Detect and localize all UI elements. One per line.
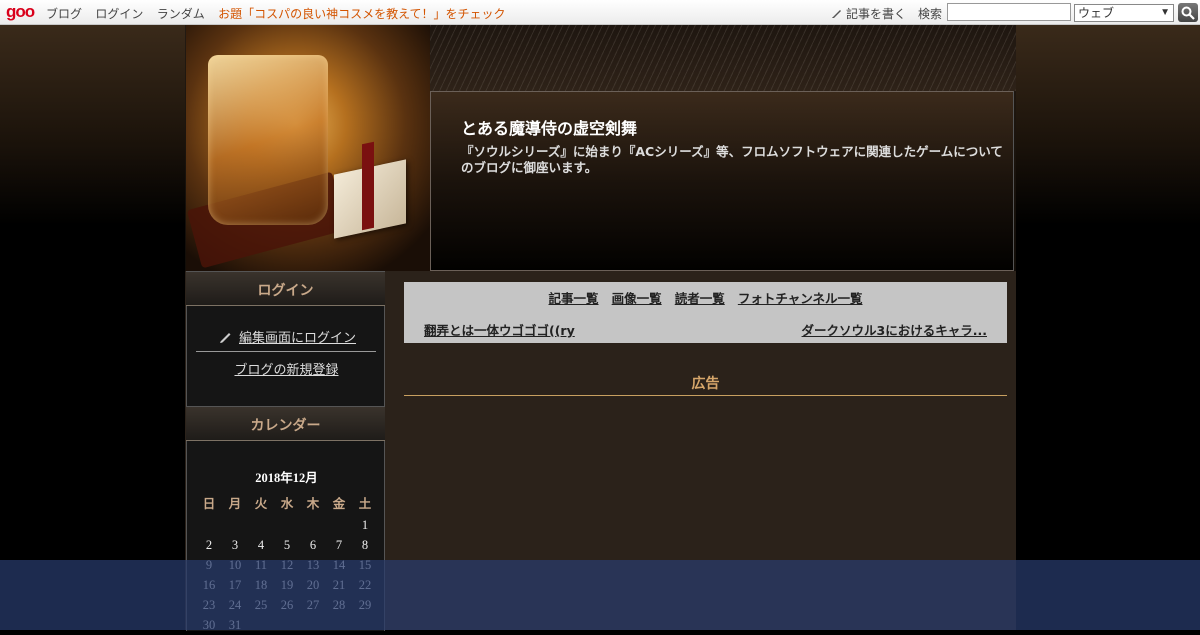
blog-description: 『ソウルシリーズ』に始まり『ACシリーズ』等、フロムソフトウェアに関連したゲーム…	[461, 144, 1003, 175]
blog-header: とある魔導侍の虚空剣舞 『ソウルシリーズ』に始まり『ACシリーズ』等、フロムソフ…	[185, 25, 1016, 271]
calendar-empty-cell	[326, 515, 352, 535]
next-article-link[interactable]: ダークソウル3におけるキャラ...	[802, 320, 987, 339]
calendar-week-row: 2345678	[196, 535, 378, 555]
blog-container: とある魔導侍の虚空剣舞 『ソウルシリーズ』に始まり『ACシリーズ』等、フロムソフ…	[185, 25, 1016, 632]
calendar-weekday: 水	[280, 496, 294, 511]
goo-logo[interactable]: goo	[6, 2, 35, 22]
pencil-icon	[220, 333, 231, 343]
calendar-empty-cell	[196, 515, 222, 535]
nav-random[interactable]: ランダム	[157, 7, 205, 21]
whisky-glass-shape	[208, 55, 328, 225]
calendar-empty-cell	[274, 515, 300, 535]
article-nav-box: 記事一覧 画像一覧 読者一覧 フォトチャンネル一覧 翻弄とは一体ウゴゴゴ((ry…	[404, 282, 1007, 343]
promo-link[interactable]: お題「コスパの良い神コスメを教えて！」をチェック	[218, 7, 505, 21]
photo-channel-list-link[interactable]: フォトチャンネル一覧	[738, 291, 863, 306]
ribbon-shape	[362, 141, 374, 231]
search-label: 検索	[917, 7, 942, 21]
calendar-day[interactable]: 7	[326, 535, 352, 555]
calendar-day[interactable]: 1	[352, 515, 378, 535]
nav-blog[interactable]: ブログ	[46, 7, 82, 21]
calendar-day[interactable]: 6	[300, 535, 326, 555]
bottom-overlay-banner[interactable]	[0, 560, 1200, 630]
blog-title-box: とある魔導侍の虚空剣舞 『ソウルシリーズ』に始まり『ACシリーズ』等、フロムソフ…	[430, 91, 1014, 271]
blog-title[interactable]: とある魔導侍の虚空剣舞	[461, 115, 637, 139]
calendar-empty-cell	[300, 515, 326, 535]
calendar-day[interactable]: 5	[274, 535, 300, 555]
calendar-week-row: 1	[196, 515, 378, 535]
search-scope-select[interactable]: ウェブ ▼	[1074, 4, 1174, 22]
edit-login-link[interactable]: 編集画面にログイン	[239, 327, 356, 346]
dropdown-arrow-icon: ▼	[1160, 7, 1170, 18]
write-article-label: 記事を書く	[845, 7, 906, 21]
search-scope-value: ウェブ	[1078, 6, 1115, 20]
search-button[interactable]	[1178, 3, 1198, 22]
calendar-day[interactable]: 4	[248, 535, 274, 555]
reader-list-link[interactable]: 読者一覧	[675, 291, 725, 306]
calendar-weekday: 土	[358, 496, 372, 511]
search-icon	[1181, 6, 1195, 20]
list-links: 記事一覧 画像一覧 読者一覧 フォトチャンネル一覧	[404, 288, 1007, 307]
calendar-heading: カレンダー	[186, 406, 385, 441]
calendar-weekday: 木	[306, 496, 320, 511]
toolbar-nav: ブログ ログイン ランダム お題「コスパの良い神コスメを教えて！」をチェック	[46, 5, 515, 22]
calendar-weekday-row: 日月火水木金土	[196, 489, 378, 515]
calendar-weekday: 火	[254, 496, 268, 511]
login-panel: 編集画面にログイン ブログの新規登録	[186, 306, 385, 406]
header-pattern	[430, 25, 1016, 91]
register-link[interactable]: ブログの新規登録	[187, 359, 386, 378]
nav-login[interactable]: ログイン	[95, 7, 143, 21]
calendar-weekday: 月	[228, 496, 242, 511]
pencil-icon	[831, 10, 841, 18]
calendar-day[interactable]: 2	[196, 535, 222, 555]
article-list-link[interactable]: 記事一覧	[549, 291, 599, 306]
divider	[196, 351, 376, 352]
header-photo	[186, 25, 430, 271]
calendar-month: 2018年12月	[255, 471, 318, 485]
image-list-link[interactable]: 画像一覧	[612, 291, 662, 306]
prev-article-link[interactable]: 翻弄とは一体ウゴゴゴ((ry	[424, 320, 575, 339]
calendar-weekday: 金	[332, 496, 346, 511]
calendar-day[interactable]: 3	[222, 535, 248, 555]
ad-heading: 広告	[404, 373, 1007, 396]
goo-toolbar: goo ブログ ログイン ランダム お題「コスパの良い神コスメを教えて！」をチェ…	[0, 0, 1200, 25]
calendar-empty-cell	[248, 515, 274, 535]
login-heading: ログイン	[186, 271, 385, 306]
calendar-empty-cell	[222, 515, 248, 535]
write-article-link[interactable]: 記事を書く	[831, 5, 906, 22]
calendar-day[interactable]: 8	[352, 535, 378, 555]
calendar-weekday: 日	[202, 496, 216, 511]
main-content: 記事一覧 画像一覧 読者一覧 フォトチャンネル一覧 翻弄とは一体ウゴゴゴ((ry…	[404, 282, 1007, 396]
search-input[interactable]	[947, 3, 1071, 21]
